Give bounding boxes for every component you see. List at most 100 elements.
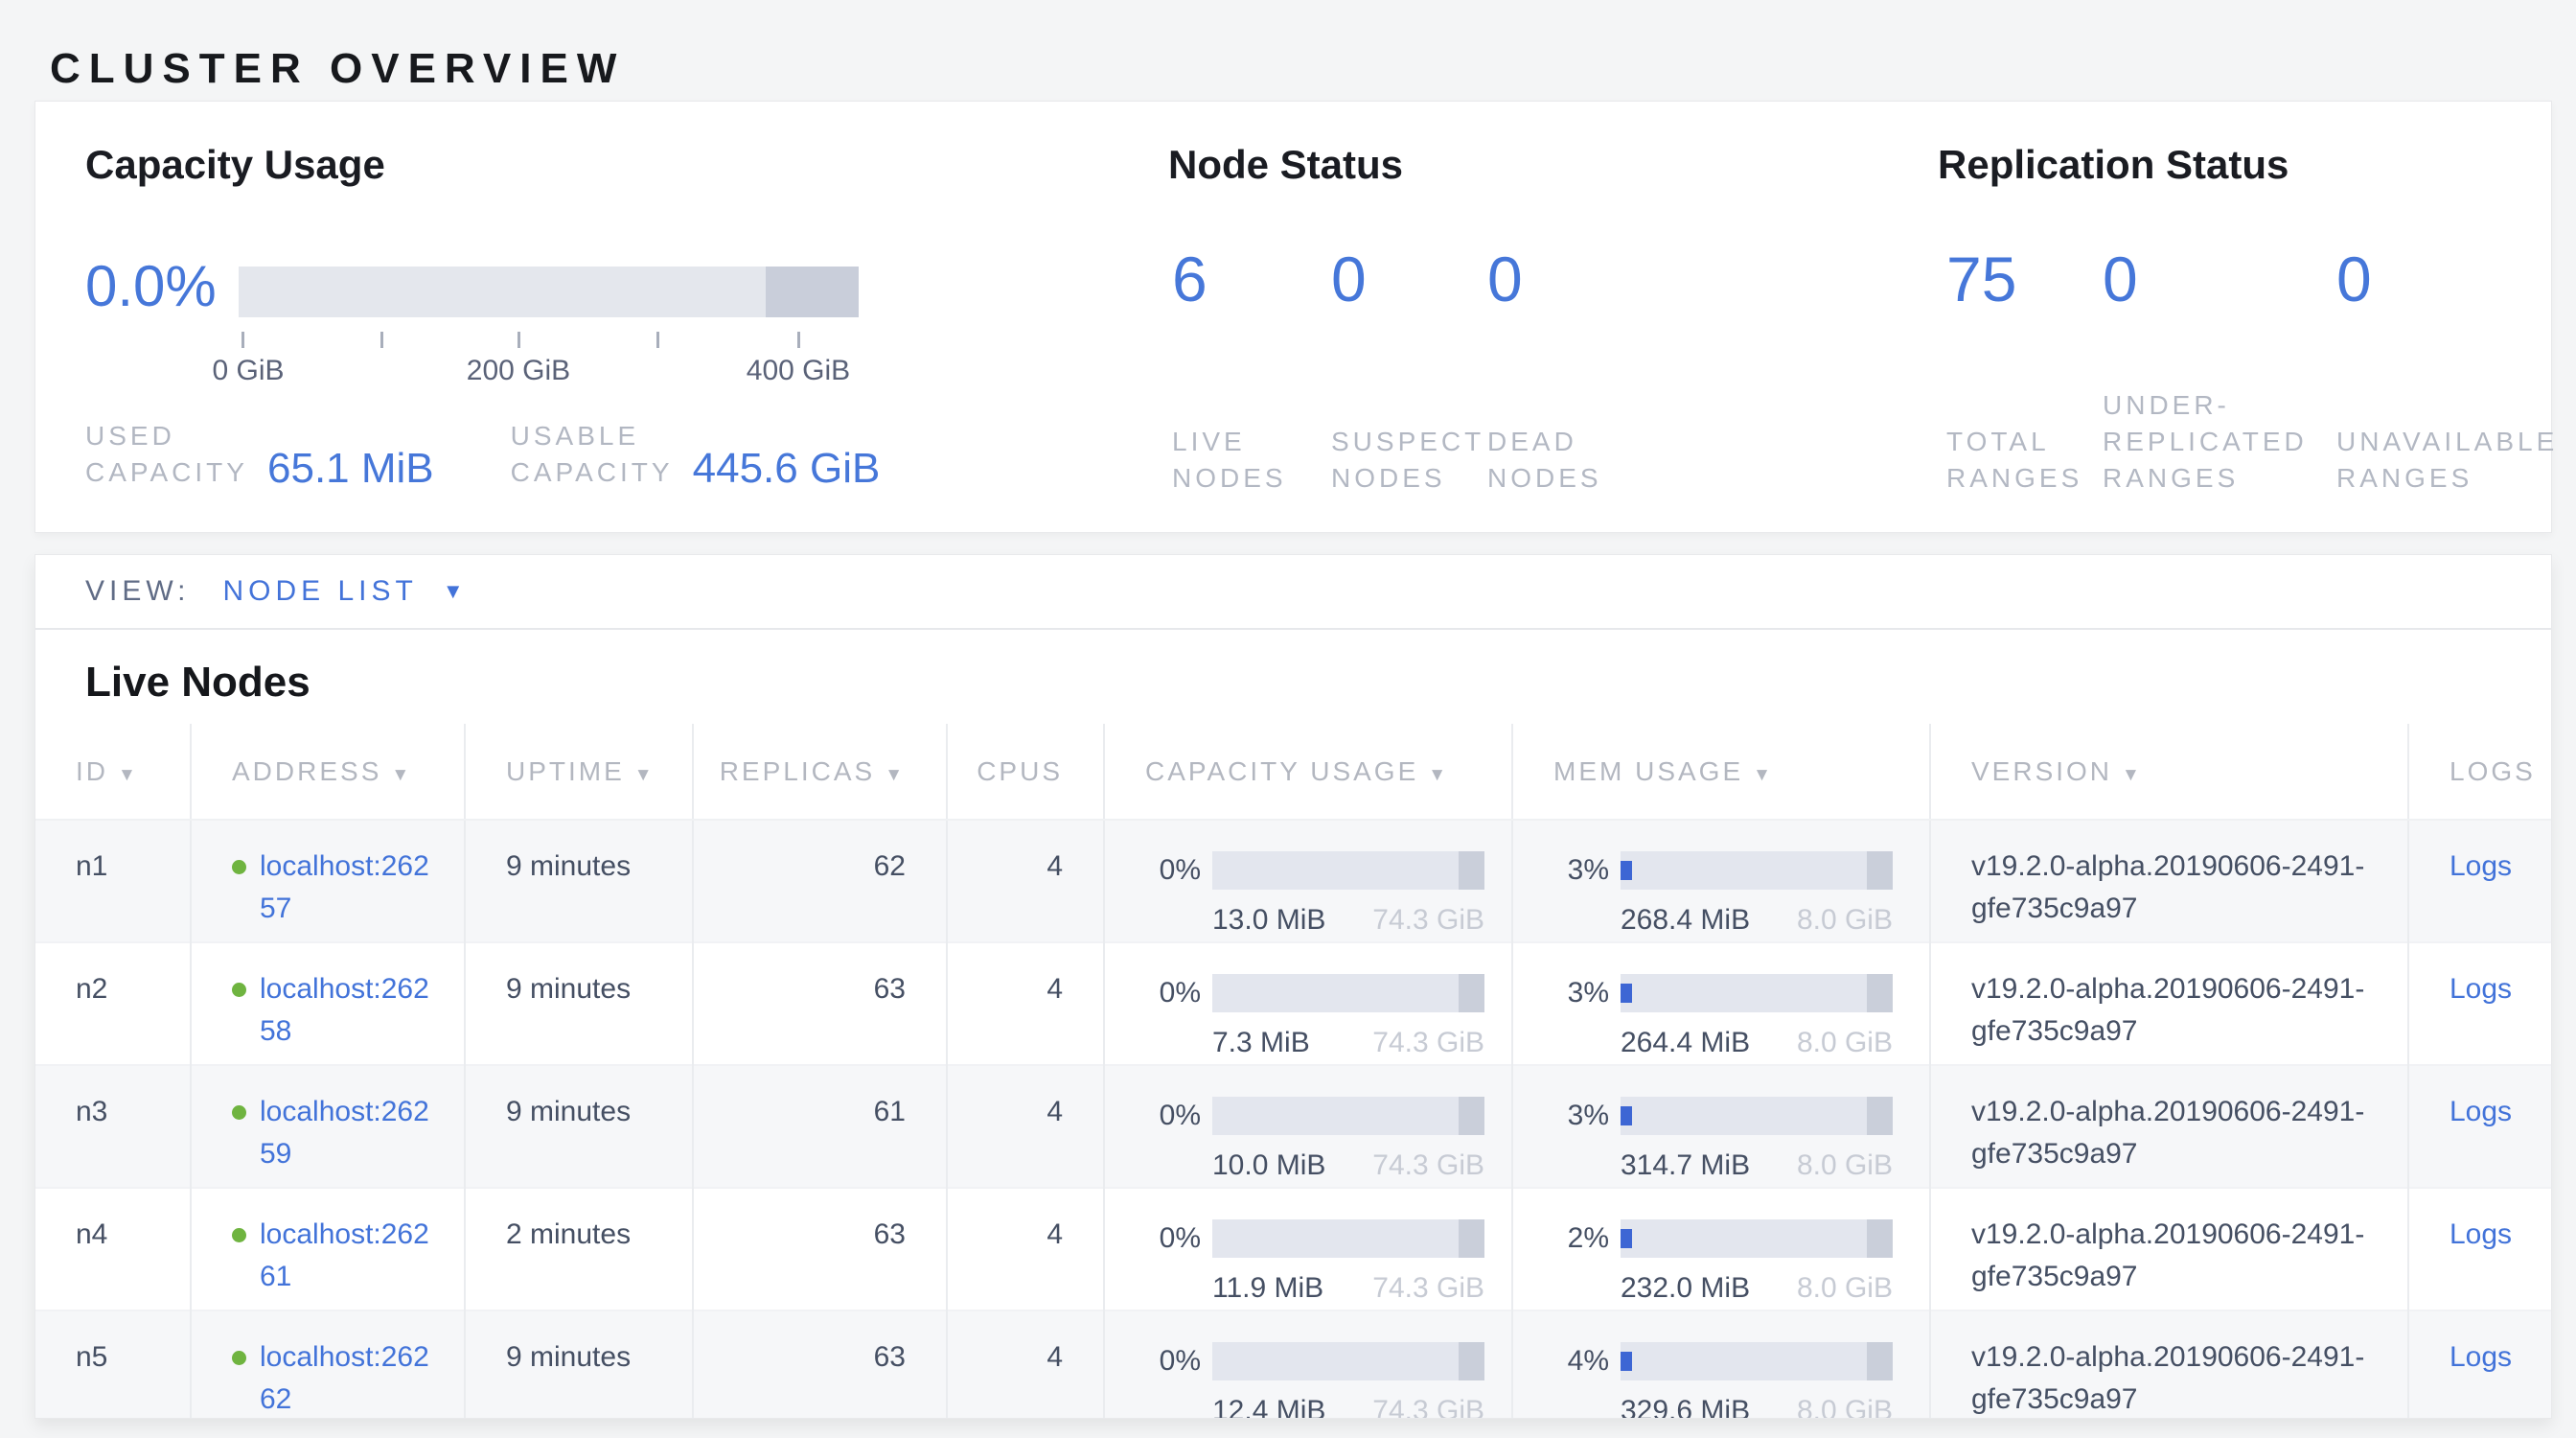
column-header-uptime[interactable]: UPTIME▼ <box>465 724 693 820</box>
sort-arrow-icon: ▼ <box>2122 765 2143 785</box>
unavailable-ranges-label: UNAVAILABLE RANGES <box>2336 424 2566 497</box>
node-logs-cell: Logs <box>2408 1188 2551 1310</box>
capacity-gauge-reserved-segment <box>766 267 859 317</box>
column-header-id[interactable]: ID▼ <box>35 724 191 820</box>
suspect-nodes-value: 0 <box>1331 245 1487 313</box>
memory-bar <box>1621 851 1893 890</box>
axis-tick-label-0: 0 GiB <box>212 355 284 387</box>
logs-link[interactable]: Logs <box>2450 973 2512 1005</box>
table-row: n1 localhost:26257 9 minutes 62 4 0% 13.… <box>35 820 2551 942</box>
node-version: v19.2.0-alpha.20190606-2491-gfe735c9a97 <box>1930 820 2408 942</box>
node-address-link[interactable]: localhost:26259 <box>260 1091 429 1175</box>
live-nodes-value: 6 <box>1172 245 1331 313</box>
node-capacity-usage-cell: 0% 11.9 MiB74.3 GiB <box>1104 1188 1512 1310</box>
node-status-stats: 6 LIVE NODES 0 SUSPECT NODES 0 DEAD NODE… <box>1172 245 1679 497</box>
capacity-usage-percent: 0.0% <box>85 253 217 319</box>
page-title: CLUSTER OVERVIEW <box>50 45 625 93</box>
node-cpus: 4 <box>947 1188 1104 1310</box>
node-replicas: 63 <box>693 942 947 1065</box>
replication-status-title: Replication Status <box>1938 142 2288 188</box>
node-list-card: VIEW: NODE LIST ▼ Live Nodes ID▼ ADDRESS… <box>34 554 2552 1419</box>
used-capacity-value: 65.1 MiB <box>267 445 434 493</box>
total-ranges-stat: 75 TOTAL RANGES <box>1946 245 2103 497</box>
replication-status-stats: 75 TOTAL RANGES 0 UNDER-REPLICATED RANGE… <box>1946 245 2566 497</box>
view-selector-dropdown[interactable]: NODE LIST ▼ <box>222 575 463 608</box>
capacity-usage-title: Capacity Usage <box>85 142 385 188</box>
node-replicas: 61 <box>693 1065 947 1188</box>
memory-bar <box>1621 1219 1893 1258</box>
node-address-cell: localhost:26259 <box>191 1065 465 1188</box>
capacity-usage-gauge <box>239 267 859 317</box>
node-address-link[interactable]: localhost:26257 <box>260 846 429 930</box>
node-mem-usage-cell: 3% 314.7 MiB8.0 GiB <box>1512 1065 1930 1188</box>
node-address-cell: localhost:26257 <box>191 820 465 942</box>
logs-link[interactable]: Logs <box>2450 1096 2512 1127</box>
node-id: n2 <box>35 942 191 1065</box>
node-replicas: 62 <box>693 820 947 942</box>
node-logs-cell: Logs <box>2408 1065 2551 1188</box>
table-row: n3 localhost:26259 9 minutes 61 4 0% 10.… <box>35 1065 2551 1188</box>
node-version: v19.2.0-alpha.20190606-2491-gfe735c9a97 <box>1930 942 2408 1065</box>
node-mem-usage-cell: 3% 268.4 MiB8.0 GiB <box>1512 820 1930 942</box>
node-uptime: 9 minutes <box>465 1065 693 1188</box>
cluster-summary-card: Capacity Usage 0.0% 0 GiB 200 GiB 400 Gi… <box>34 101 2552 533</box>
live-nodes-stat: 6 LIVE NODES <box>1172 245 1331 497</box>
axis-tick <box>656 332 659 348</box>
column-header-replicas[interactable]: REPLICAS▼ <box>693 724 947 820</box>
node-cpus: 4 <box>947 1065 1104 1188</box>
live-nodes-label: LIVE NODES <box>1172 424 1297 497</box>
axis-tick <box>242 332 244 348</box>
logs-link[interactable]: Logs <box>2450 1341 2512 1373</box>
node-address-cell: localhost:26261 <box>191 1188 465 1310</box>
node-uptime: 2 minutes <box>465 1188 693 1310</box>
node-uptime: 9 minutes <box>465 1310 693 1419</box>
sort-arrow-icon: ▼ <box>391 765 412 785</box>
node-address-cell: localhost:26262 <box>191 1310 465 1419</box>
logs-link[interactable]: Logs <box>2450 850 2512 882</box>
live-status-dot-icon <box>232 860 246 874</box>
unavailable-ranges-value: 0 <box>2336 245 2566 313</box>
column-header-mem-usage[interactable]: MEM USAGE▼ <box>1512 724 1930 820</box>
capacity-bar <box>1212 974 1484 1012</box>
node-address-link[interactable]: localhost:26258 <box>260 968 429 1053</box>
view-selected-value: NODE LIST <box>222 575 417 608</box>
under-replicated-ranges-stat: 0 UNDER-REPLICATED RANGES <box>2103 245 2336 497</box>
node-address-link[interactable]: localhost:26262 <box>260 1336 429 1419</box>
node-cpus: 4 <box>947 820 1104 942</box>
node-version: v19.2.0-alpha.20190606-2491-gfe735c9a97 <box>1930 1310 2408 1419</box>
suspect-nodes-stat: 0 SUSPECT NODES <box>1331 245 1487 497</box>
live-status-dot-icon <box>232 1105 246 1120</box>
sort-arrow-icon: ▼ <box>118 765 139 785</box>
logs-link[interactable]: Logs <box>2450 1218 2512 1250</box>
view-bar: VIEW: NODE LIST ▼ <box>35 555 2551 630</box>
axis-tick <box>797 332 800 348</box>
capacity-summary: USED CAPACITY 65.1 MiB USABLE CAPACITY 4… <box>85 418 880 491</box>
node-id: n5 <box>35 1310 191 1419</box>
column-header-capacity-usage[interactable]: CAPACITY USAGE▼ <box>1104 724 1512 820</box>
node-replicas: 63 <box>693 1188 947 1310</box>
sort-arrow-icon: ▼ <box>885 765 906 785</box>
node-logs-cell: Logs <box>2408 820 2551 942</box>
node-uptime: 9 minutes <box>465 820 693 942</box>
column-header-cpus: CPUS <box>947 724 1104 820</box>
node-cpus: 4 <box>947 942 1104 1065</box>
memory-bar <box>1621 1342 1893 1380</box>
node-logs-cell: Logs <box>2408 1310 2551 1419</box>
node-id: n3 <box>35 1065 191 1188</box>
node-capacity-usage-cell: 0% 12.4 MiB74.3 GiB <box>1104 1310 1512 1419</box>
total-ranges-value: 75 <box>1946 245 2103 313</box>
axis-tick <box>380 332 383 348</box>
live-nodes-title: Live Nodes <box>35 630 2551 707</box>
capacity-bar <box>1212 1342 1484 1380</box>
node-address-link[interactable]: localhost:26261 <box>260 1214 429 1298</box>
view-label: VIEW: <box>85 575 190 608</box>
column-header-address[interactable]: ADDRESS▼ <box>191 724 465 820</box>
suspect-nodes-label: SUSPECT NODES <box>1331 424 1487 497</box>
node-mem-usage-cell: 2% 232.0 MiB8.0 GiB <box>1512 1188 1930 1310</box>
column-header-version[interactable]: VERSION▼ <box>1930 724 2408 820</box>
node-address-cell: localhost:26258 <box>191 942 465 1065</box>
usable-capacity-label: USABLE CAPACITY <box>511 418 674 491</box>
node-status-title: Node Status <box>1168 142 1403 188</box>
live-status-dot-icon <box>232 1228 246 1242</box>
node-cpus: 4 <box>947 1310 1104 1419</box>
